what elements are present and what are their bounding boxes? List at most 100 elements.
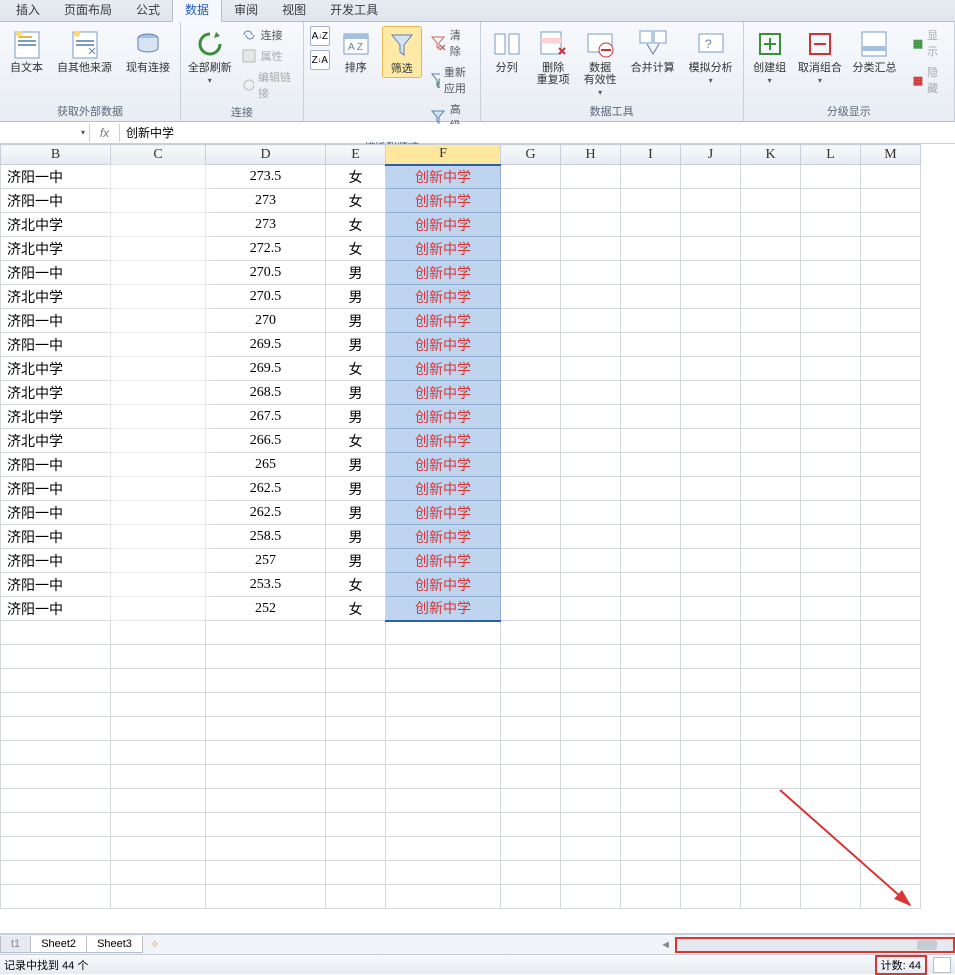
cell[interactable] <box>621 213 681 237</box>
col-header-B[interactable]: B <box>1 145 111 165</box>
cell[interactable] <box>681 669 741 693</box>
cell[interactable] <box>111 789 206 813</box>
cell[interactable] <box>801 573 861 597</box>
cell[interactable] <box>1 837 111 861</box>
ungroup-button[interactable]: 取消组合▾ <box>796 26 845 87</box>
cell[interactable] <box>561 765 621 789</box>
cell[interactable]: 济阳一中 <box>1 453 111 477</box>
cell[interactable] <box>501 381 561 405</box>
cell[interactable] <box>326 621 386 645</box>
cell[interactable] <box>206 645 326 669</box>
cell[interactable] <box>621 861 681 885</box>
cell[interactable] <box>561 165 621 189</box>
cell[interactable] <box>621 429 681 453</box>
cell[interactable] <box>111 525 206 549</box>
cell[interactable] <box>861 429 921 453</box>
cell[interactable] <box>801 597 861 621</box>
cell[interactable] <box>501 309 561 333</box>
cell[interactable] <box>861 333 921 357</box>
cell[interactable] <box>206 813 326 837</box>
cell[interactable] <box>861 573 921 597</box>
cell[interactable]: 创新中学 <box>386 549 501 573</box>
cell[interactable] <box>861 813 921 837</box>
cell[interactable]: 创新中学 <box>386 285 501 309</box>
cell[interactable] <box>1 621 111 645</box>
cell[interactable] <box>861 213 921 237</box>
name-box-input[interactable] <box>17 126 77 140</box>
cell[interactable] <box>681 261 741 285</box>
cell[interactable] <box>501 693 561 717</box>
cell[interactable] <box>741 717 801 741</box>
cell[interactable] <box>501 837 561 861</box>
formula-input[interactable] <box>120 124 955 142</box>
cell[interactable] <box>861 453 921 477</box>
cell[interactable]: 273 <box>206 189 326 213</box>
cell[interactable] <box>741 477 801 501</box>
sort-asc-button[interactable]: A↓Z <box>310 26 330 46</box>
cell[interactable] <box>801 237 861 261</box>
cell[interactable] <box>501 189 561 213</box>
cell[interactable] <box>386 861 501 885</box>
cell[interactable] <box>681 237 741 261</box>
cell[interactable] <box>681 453 741 477</box>
remove-dup-button[interactable]: 删除 重复项 <box>533 26 574 88</box>
cell[interactable] <box>386 693 501 717</box>
cell[interactable] <box>1 645 111 669</box>
sheet-tab-sheet2[interactable]: Sheet2 <box>30 936 87 953</box>
cell[interactable] <box>561 693 621 717</box>
cell[interactable] <box>861 549 921 573</box>
cell[interactable] <box>206 621 326 645</box>
cell[interactable]: 男 <box>326 333 386 357</box>
cell[interactable] <box>681 693 741 717</box>
cell[interactable] <box>326 837 386 861</box>
refresh-all-button[interactable]: 全部刷新 ▾ <box>187 26 233 87</box>
cell[interactable] <box>861 645 921 669</box>
cell[interactable] <box>621 525 681 549</box>
cell[interactable] <box>386 789 501 813</box>
cell[interactable]: 济北中学 <box>1 285 111 309</box>
cell[interactable]: 262.5 <box>206 501 326 525</box>
cell[interactable] <box>861 501 921 525</box>
cell[interactable] <box>621 165 681 189</box>
cell[interactable] <box>621 285 681 309</box>
fx-button[interactable]: fx <box>90 124 120 142</box>
cell[interactable]: 252 <box>206 597 326 621</box>
cell[interactable] <box>681 309 741 333</box>
cell[interactable] <box>621 189 681 213</box>
cell[interactable] <box>681 405 741 429</box>
cell[interactable] <box>561 597 621 621</box>
cell[interactable]: 济北中学 <box>1 213 111 237</box>
cell[interactable] <box>861 885 921 909</box>
cell[interactable] <box>621 813 681 837</box>
cell[interactable]: 273 <box>206 213 326 237</box>
cell[interactable] <box>561 213 621 237</box>
cell[interactable] <box>206 789 326 813</box>
hscroll-left-icon[interactable]: ◄ <box>656 939 675 951</box>
col-header-G[interactable]: G <box>501 145 561 165</box>
cell[interactable] <box>111 381 206 405</box>
cell[interactable] <box>681 189 741 213</box>
cell[interactable]: 济阳一中 <box>1 165 111 189</box>
cell[interactable] <box>681 861 741 885</box>
cell[interactable]: 262.5 <box>206 477 326 501</box>
cell[interactable]: 创新中学 <box>386 333 501 357</box>
cell[interactable]: 济阳一中 <box>1 549 111 573</box>
cell[interactable] <box>621 333 681 357</box>
cell[interactable] <box>741 765 801 789</box>
cell[interactable] <box>111 429 206 453</box>
cell[interactable]: 男 <box>326 309 386 333</box>
cell[interactable] <box>681 621 741 645</box>
cell[interactable] <box>681 837 741 861</box>
cell[interactable] <box>801 741 861 765</box>
cell[interactable] <box>741 621 801 645</box>
cell[interactable]: 创新中学 <box>386 165 501 189</box>
cell[interactable] <box>1 717 111 741</box>
cell[interactable] <box>861 261 921 285</box>
cell[interactable] <box>681 813 741 837</box>
cell[interactable] <box>621 765 681 789</box>
cell[interactable] <box>681 549 741 573</box>
cell[interactable] <box>501 645 561 669</box>
cell[interactable] <box>501 237 561 261</box>
cell[interactable] <box>801 861 861 885</box>
cell[interactable] <box>111 765 206 789</box>
